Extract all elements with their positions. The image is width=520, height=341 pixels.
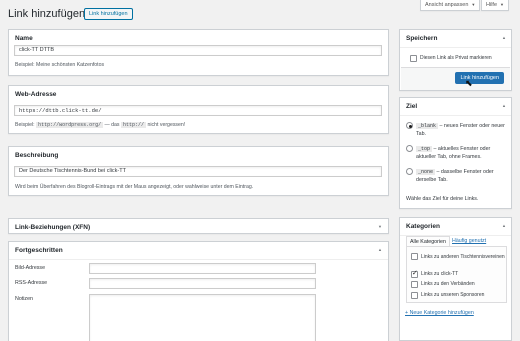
target-code-blank: _blank: [416, 123, 439, 129]
page-title: Link hinzufügen: [8, 8, 86, 20]
url-box: Web-Adresse https://dttb.click-tt.de/ Be…: [8, 85, 389, 134]
caret-down-icon: ▼: [500, 2, 504, 7]
advanced-heading: Fortgeschritten: [9, 242, 388, 260]
description-box: Beschreibung Der Deutsche Tischtennis-Bu…: [8, 146, 389, 196]
chevron-up-icon[interactable]: ▲: [378, 247, 382, 252]
advanced-box: Fortgeschritten ▲ Bild-Adresse RSS-Adres…: [8, 241, 389, 341]
image-address-input[interactable]: [89, 263, 316, 274]
rss-address-input[interactable]: [89, 278, 316, 289]
save-actions: Link hinzufügen ⬉: [401, 67, 510, 90]
notes-label: Notizen: [15, 296, 33, 302]
url-heading: Web-Adresse: [15, 91, 57, 98]
url-description: Beispiel: http://wordpress.org/ — das ht…: [15, 122, 185, 128]
caret-down-icon: ▼: [471, 2, 476, 7]
screen-options-label: Ansicht anpassen: [425, 2, 469, 8]
target-option-none: _none – dasselbe Fenster oder derselbe T…: [416, 168, 508, 184]
image-address-label: Bild-Adresse: [15, 265, 46, 271]
add-new-category-link[interactable]: + Neue Kategorie hinzufügen: [405, 310, 474, 316]
xfn-box[interactable]: Link-Beziehungen (XFN) ▼: [8, 218, 389, 234]
chevron-up-icon[interactable]: ▲: [502, 35, 506, 40]
target-option-blank: _blank – neues Fenster oder neuer Tab.: [416, 122, 508, 138]
categories-heading: Kategorien: [400, 218, 511, 236]
private-label: Diesen Link als Privat markieren: [420, 55, 492, 61]
url-desc-suffix: nicht vergessen!: [147, 122, 186, 128]
xfn-heading: Link-Beziehungen (XFN): [15, 224, 91, 231]
url-desc-code-protocol: http://: [120, 122, 146, 128]
category-label: Links zu unseren Sponsoren: [421, 292, 485, 298]
category-checkbox[interactable]: [411, 292, 418, 299]
description-hint: Wird beim Überfahren des Blogroll-Eintra…: [15, 184, 254, 190]
target-heading: Ziel: [400, 98, 511, 116]
checkmark-icon: ✓: [412, 270, 418, 277]
private-checkbox[interactable]: [410, 55, 417, 62]
target-code-top: _top: [416, 146, 433, 152]
chevron-down-icon[interactable]: ▼: [378, 224, 382, 229]
target-code-none: _none: [416, 169, 436, 175]
target-option-top: _top – aktuelles Fenster oder aktueller …: [416, 145, 508, 161]
target-radio-top[interactable]: [406, 145, 413, 152]
add-new-link-button[interactable]: Link hinzufügen: [84, 8, 133, 20]
name-input[interactable]: click-TT DTTB: [14, 45, 382, 56]
save-box: Speichern ▲ Diesen Link als Privat marki…: [399, 29, 512, 91]
category-checkbox[interactable]: [411, 253, 418, 260]
url-input[interactable]: https://dttb.click-tt.de/: [14, 105, 382, 116]
category-checkbox[interactable]: [411, 281, 418, 288]
category-label: Links zu click-TT: [421, 271, 459, 277]
url-desc-prefix: Beispiel:: [15, 122, 35, 128]
target-radio-blank[interactable]: [406, 122, 413, 129]
mouse-cursor-icon: ⬉: [465, 78, 473, 88]
description-input[interactable]: Der Deutsche Tischtennis-Bund bei click-…: [14, 166, 382, 177]
target-box: Ziel ▲ _blank – neues Fenster oder neuer…: [399, 97, 512, 209]
target-footer: Wähle das Ziel für deine Links.: [406, 196, 479, 202]
chevron-up-icon[interactable]: ▲: [502, 103, 506, 108]
name-description: Beispiel: Meine schönsten Katzenfotos: [15, 62, 105, 68]
category-checkbox[interactable]: ✓: [411, 270, 418, 278]
url-desc-code-example: http://wordpress.org/: [36, 122, 104, 128]
category-list: Links zu anderen Tischtennisvereinen ✓ L…: [406, 246, 507, 303]
help-button[interactable]: Hilfe ▼: [481, 0, 509, 11]
target-radio-none[interactable]: [406, 168, 413, 175]
category-label: Links zu anderen Tischtennisvereinen: [421, 254, 505, 260]
help-label: Hilfe: [486, 2, 498, 8]
url-desc-mid: — das: [104, 122, 120, 128]
chevron-up-icon[interactable]: ▲: [502, 223, 506, 228]
category-label: Links zu den Verbänden: [421, 281, 475, 287]
description-heading: Beschreibung: [15, 152, 59, 159]
categories-box: Kategorien ▲ Alle Kategorien Häufig genu…: [399, 217, 512, 341]
tab-popular[interactable]: Häufig genutzt: [449, 236, 489, 246]
submit-add-link-button[interactable]: Link hinzufügen: [455, 72, 504, 84]
name-box: Name click-TT DTTB Beispiel: Meine schön…: [8, 29, 389, 76]
screen-options-button[interactable]: Ansicht anpassen ▼: [420, 0, 481, 11]
notes-textarea[interactable]: [89, 294, 316, 341]
save-heading: Speichern: [400, 30, 511, 48]
rss-address-label: RSS-Adresse: [15, 280, 48, 286]
